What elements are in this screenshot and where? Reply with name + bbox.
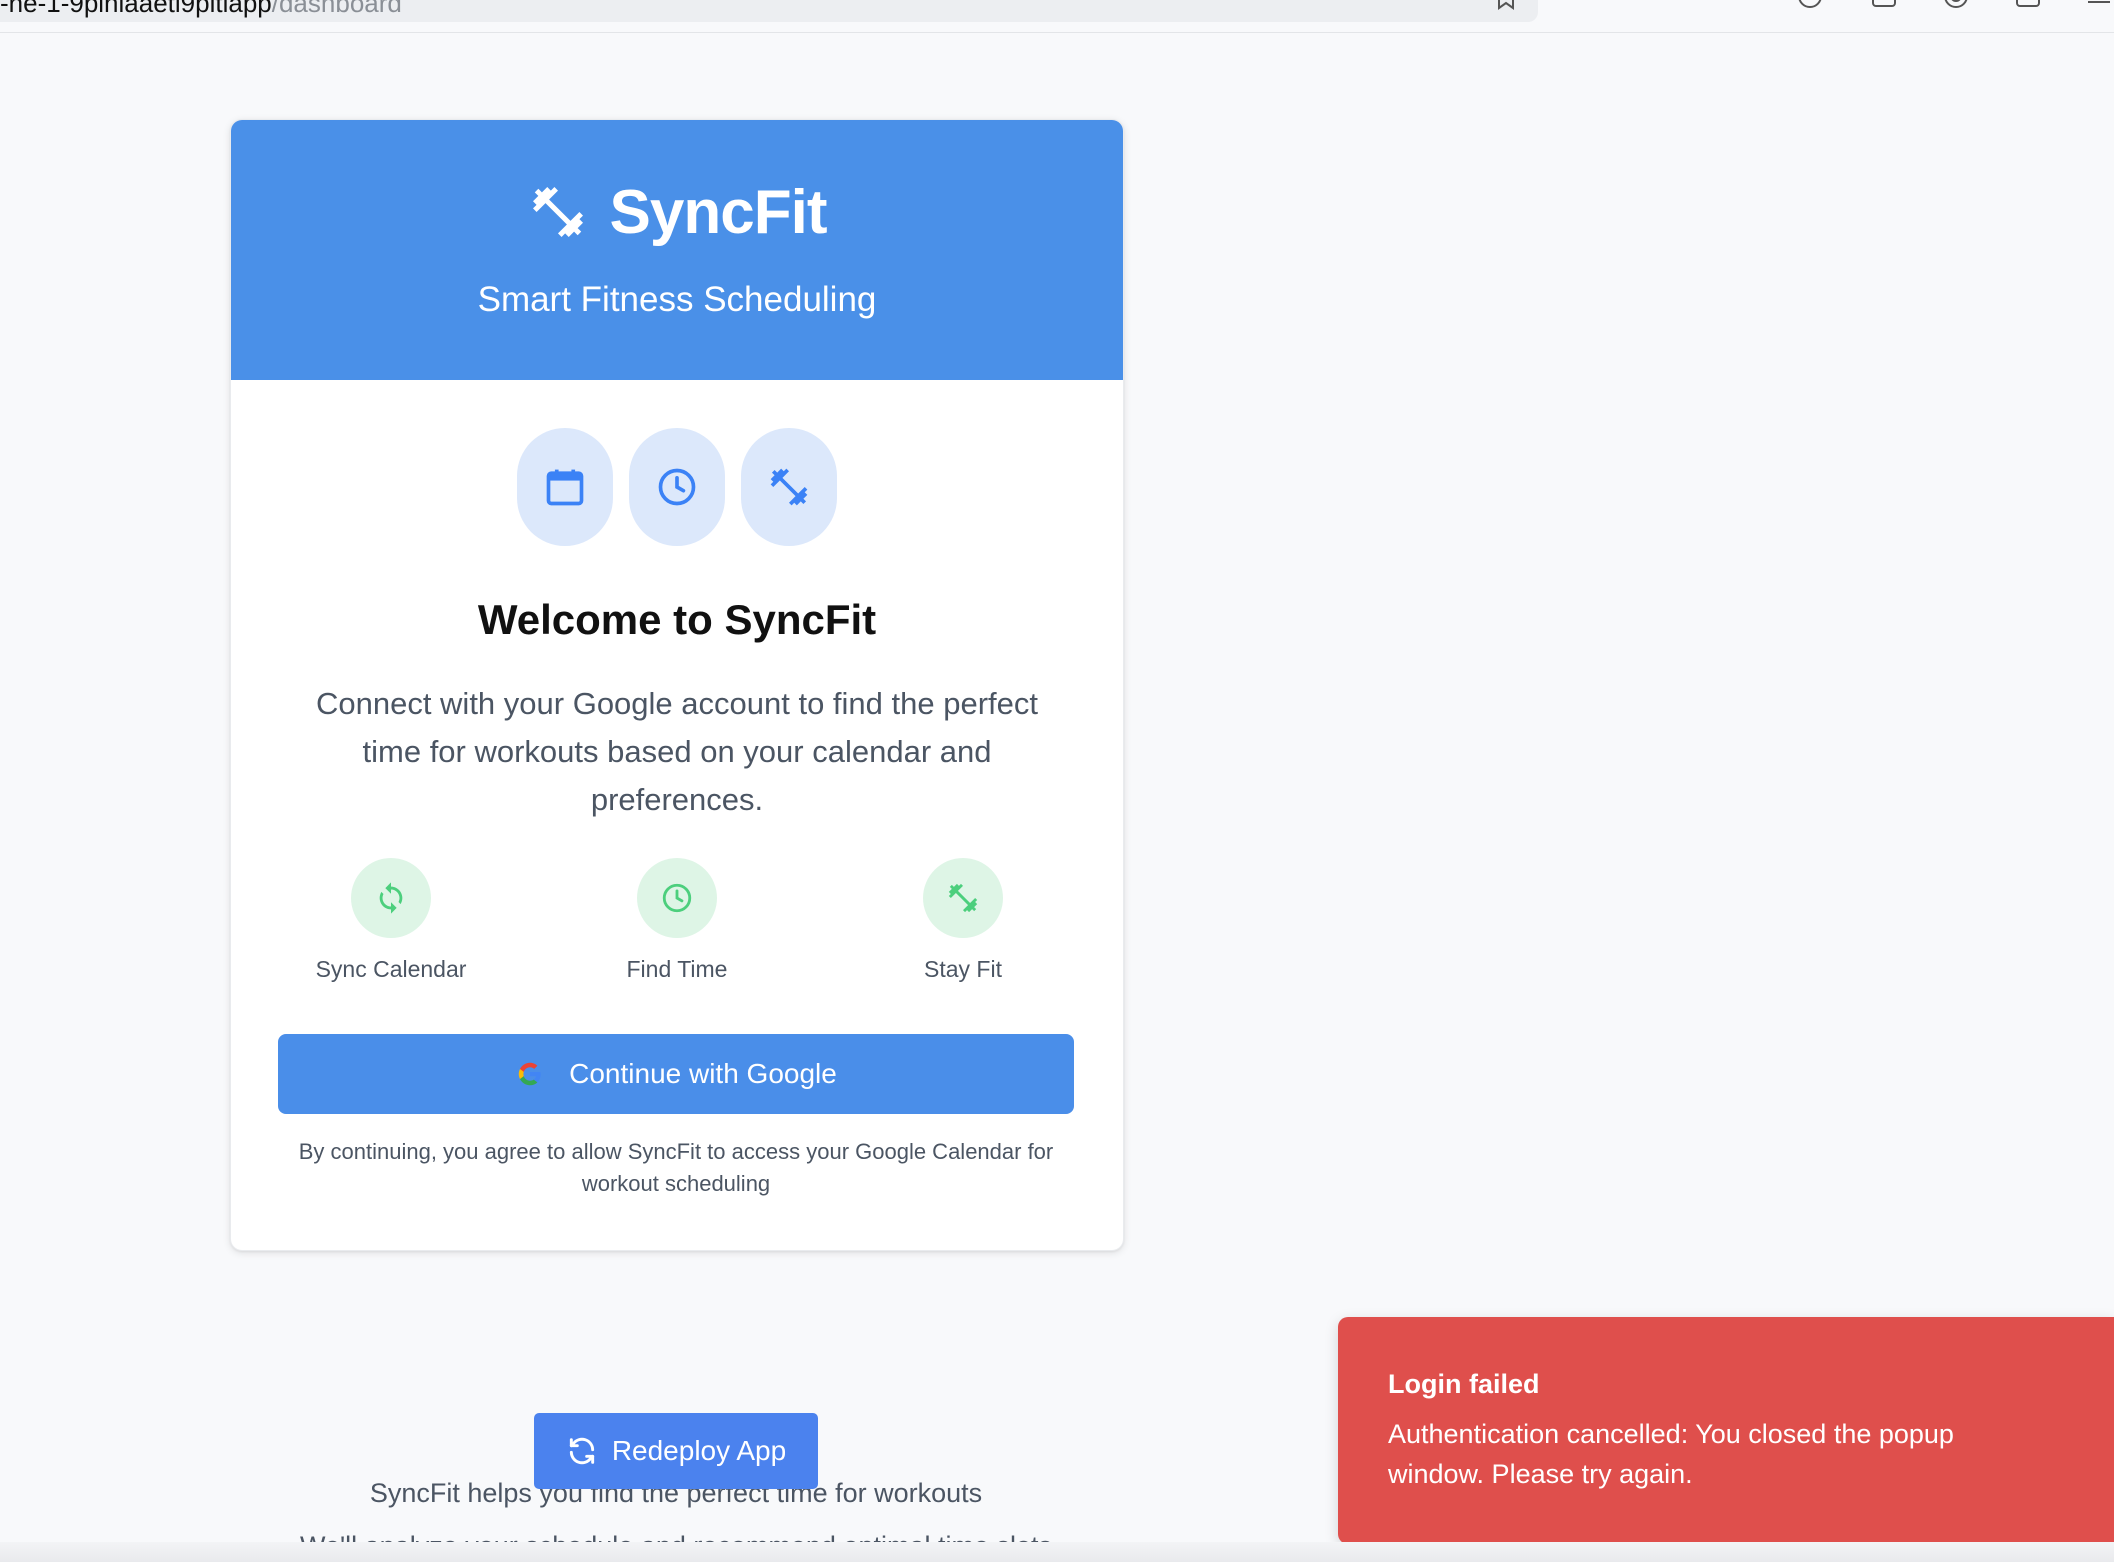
feature-label: Stay Fit — [924, 956, 1002, 982]
error-toast[interactable]: Login failed Authentication cancelled: Y… — [1338, 1317, 2114, 1544]
calendar-icon — [546, 469, 584, 506]
sync-icon — [379, 882, 403, 914]
dumbbell-icon — [770, 468, 808, 506]
feature-list: Sync Calendar Find Time Stay Fit — [311, 858, 1043, 988]
brand-name: SyncFit — [609, 177, 828, 247]
dumbbell-icon — [948, 883, 978, 913]
window-bottom-edge — [0, 1542, 2114, 1562]
feature-badge — [637, 858, 717, 938]
card-header: SyncFit Smart Fitness Scheduling — [231, 120, 1123, 380]
extension-icon[interactable] — [1796, 0, 1824, 10]
dumbbell-icon — [532, 187, 583, 237]
dumbbell-pill — [741, 428, 837, 546]
url-text: -ne-1-9piniaaeti9pitiapp/dashboard — [0, 0, 402, 19]
consent-text: By continuing, you agree to allow SyncFi… — [298, 1139, 1054, 1196]
menu-icon[interactable] — [2014, 0, 2042, 10]
google-icon — [518, 1062, 541, 1086]
download-icon[interactable] — [1870, 0, 1898, 10]
clock-pill — [629, 428, 725, 546]
feature-label: Sync Calendar — [315, 956, 467, 982]
refresh-icon — [569, 1437, 594, 1465]
feature-find-time: Find Time — [597, 858, 757, 988]
brand: SyncFit — [231, 172, 1123, 252]
clock-icon — [658, 468, 696, 506]
browser-toolbar: -ne-1-9piniaaeti9pitiapp/dashboard — [0, 0, 2114, 33]
redeploy-app-button[interactable]: Redeploy App — [534, 1413, 818, 1489]
account-icon[interactable] — [1942, 0, 1970, 10]
hero-icons — [231, 428, 1123, 546]
welcome-heading: Welcome to SyncFit — [477, 596, 877, 643]
bookmark-icon[interactable] — [1494, 0, 1518, 10]
login-card: SyncFit Smart Fitness Scheduling Welcome… — [230, 119, 1124, 1251]
address-bar[interactable]: -ne-1-9piniaaeti9pitiapp/dashboard — [0, 0, 1538, 22]
tagline: Smart Fitness Scheduling — [477, 280, 877, 319]
intro-text: Connect with your Google account to find… — [315, 686, 1039, 817]
toast-title: Login failed — [1388, 1369, 1540, 1399]
toast-message: Authentication cancelled: You closed the… — [1388, 1419, 1954, 1489]
clock-icon — [662, 883, 692, 913]
url-path: /dashboard — [271, 0, 402, 18]
feature-label: Find Time — [626, 956, 728, 982]
overflow-icon[interactable] — [2084, 0, 2112, 10]
google-button-label: Continue with Google — [569, 1058, 837, 1089]
feature-stay-fit: Stay Fit — [883, 858, 1043, 988]
calendar-pill — [517, 428, 613, 546]
continue-with-google-button[interactable]: Continue with Google — [278, 1034, 1074, 1114]
feature-sync-calendar: Sync Calendar — [311, 858, 471, 988]
feature-badge — [351, 858, 431, 938]
url-host: -ne-1-9piniaaeti9pitiapp — [0, 0, 272, 18]
feature-badge — [923, 858, 1003, 938]
redeploy-button-label: Redeploy App — [611, 1435, 787, 1466]
